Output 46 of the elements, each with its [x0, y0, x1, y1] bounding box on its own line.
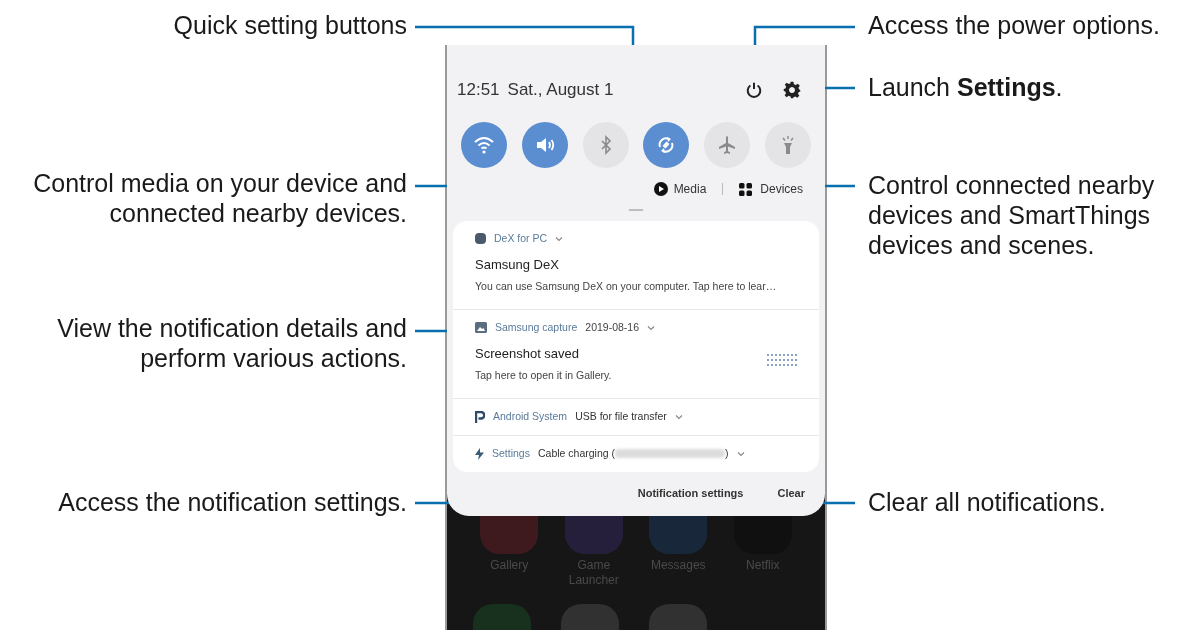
airplane-toggle[interactable] [704, 122, 751, 168]
callout-text: Launch Settings. [868, 72, 1064, 102]
callout-text: Control media on your device and connected nearby devices. [32, 168, 407, 228]
notification-body: Tap here to open it in Gallery. [475, 368, 612, 384]
callout-text: Access the power options. [868, 10, 1161, 40]
grid-icon [739, 182, 753, 196]
settings-button[interactable] [781, 79, 803, 101]
date-text: Sat., August 1 [507, 79, 615, 102]
notification-title: Screenshot saved [475, 344, 581, 363]
drag-handle[interactable] [629, 209, 643, 211]
settings-icon [783, 81, 801, 99]
lightning-icon [475, 447, 484, 460]
callout-text: Control connected nearby devices and SmartThings devices and scenes. [868, 170, 1156, 260]
app-name: Samsung capture [495, 320, 578, 335]
app-name: Android System [493, 409, 568, 424]
notification-summary: Cable charging ( [537, 445, 615, 461]
notification-summary: USB for file transfer [575, 409, 667, 424]
callout-text: Clear all notifications. [868, 487, 1107, 517]
callout-text: Access the notification settings. [57, 487, 407, 517]
app-name: Settings [492, 445, 530, 461]
flashlight-toggle[interactable] [765, 122, 811, 168]
notification-summary: ) [725, 445, 729, 461]
callout-text: View the notification details and perform various actions. [56, 313, 407, 373]
notification-time: 2019-08-16 [585, 320, 640, 335]
chevron-icon [555, 235, 564, 242]
notification-settings-button[interactable]: Notification settings [637, 485, 744, 502]
app-name: DeX for PC [494, 231, 548, 246]
chevron-icon [647, 324, 656, 331]
media-button[interactable]: Media [653, 180, 707, 198]
notification-title: Samsung DeX [475, 255, 560, 274]
clock: 12:51 [457, 79, 500, 102]
chevron-icon [736, 450, 745, 457]
devices-button[interactable]: Devices [739, 180, 803, 198]
notification-body: You can use Samsung DeX on your computer. Tap here to lear… [475, 279, 777, 295]
play-icon [653, 182, 668, 196]
sync-toggle[interactable] [643, 122, 690, 168]
callout-text: Quick setting buttons [172, 10, 407, 40]
sound-toggle[interactable] [521, 122, 568, 168]
chevron-icon [674, 413, 683, 420]
clear-button[interactable]: Clear [777, 485, 805, 502]
bluetooth-toggle[interactable] [582, 122, 629, 168]
power-icon [745, 81, 763, 99]
wifi-toggle[interactable] [461, 122, 507, 168]
image-icon [475, 322, 487, 334]
app-icon [475, 233, 486, 245]
p-shape-icon [475, 410, 485, 423]
